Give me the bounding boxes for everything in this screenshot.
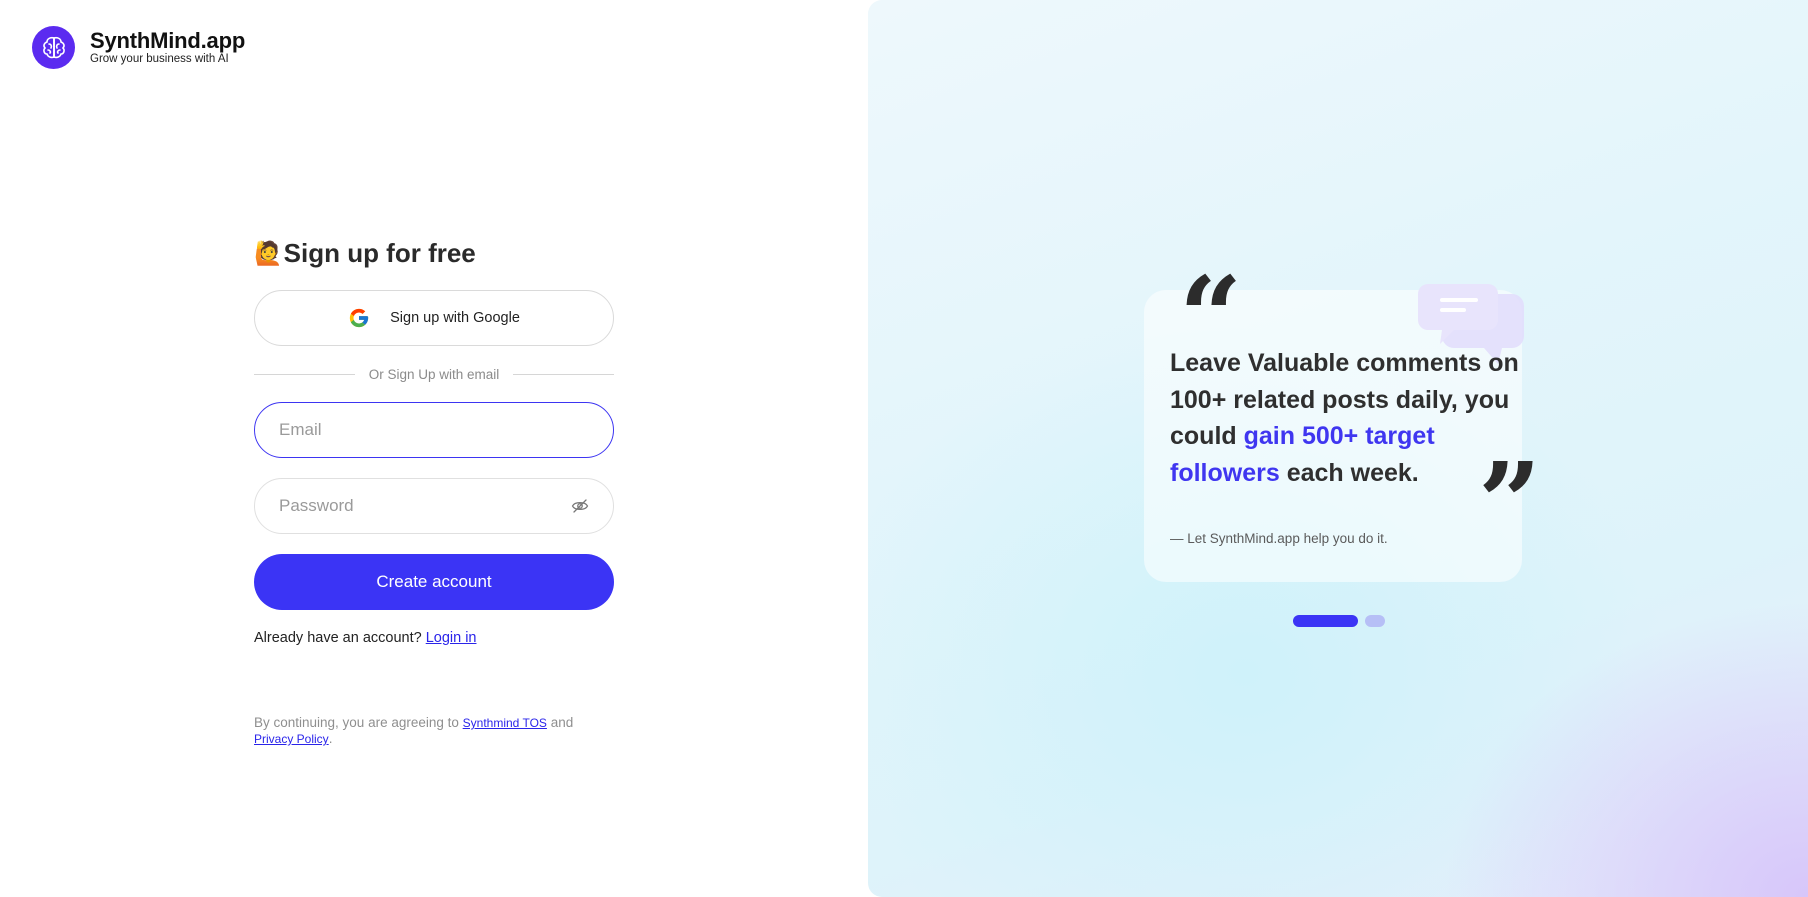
login-prompt: Already have an account? Login in — [254, 630, 614, 646]
google-icon — [348, 307, 370, 329]
eye-off-icon[interactable] — [571, 497, 589, 515]
divider-line-right — [513, 373, 615, 375]
brain-icon — [32, 26, 75, 69]
testimonial-panel: “ Leave Valuable comments on 100+ relate… — [868, 0, 1808, 897]
tos-link[interactable]: Synthmind TOS — [463, 716, 547, 730]
email-input[interactable] — [279, 420, 589, 440]
signup-form: 🙋 Sign up for free Sign up with Google O… — [254, 236, 615, 747]
terms-notice: By continuing, you are agreeing to Synth… — [254, 715, 614, 747]
password-field[interactable] — [254, 478, 614, 534]
create-account-button[interactable]: Create account — [254, 554, 614, 610]
terms-and: and — [550, 715, 574, 730]
close-quote-icon: ” — [1478, 438, 1542, 567]
login-prompt-text: Already have an account? — [254, 630, 422, 646]
signup-panel: SynthMind.app Grow your business with AI… — [0, 0, 868, 897]
terms-prefix: By continuing, you are agreeing to — [254, 715, 459, 730]
testimonial-text-part2: each week. — [1279, 458, 1419, 487]
terms-suffix: . — [328, 731, 333, 746]
divider-line-left — [254, 373, 355, 375]
carousel-dot-1[interactable] — [1293, 615, 1358, 627]
brand-name: SynthMind.app — [90, 27, 246, 53]
password-input[interactable] — [279, 496, 589, 516]
raising-hand-emoji: 🙋 — [254, 239, 283, 266]
page-title-text: Sign up for free — [283, 237, 476, 268]
brand[interactable]: SynthMind.app Grow your business with AI — [32, 26, 245, 69]
testimonial-attribution: — Let SynthMind.app help you do it. — [1170, 531, 1388, 546]
privacy-policy-link[interactable]: Privacy Policy — [254, 732, 329, 746]
brand-tagline: Grow your business with AI — [90, 52, 229, 65]
carousel-dots — [1293, 615, 1385, 627]
open-quote-icon: “ — [1179, 252, 1243, 381]
divider-text: Or Sign Up with email — [368, 366, 500, 382]
email-divider: Or Sign Up with email — [254, 366, 615, 382]
login-link[interactable]: Login in — [426, 630, 477, 646]
google-signup-label: Sign up with Google — [390, 310, 520, 326]
page-title: 🙋 Sign up for free — [254, 236, 614, 270]
email-field[interactable] — [254, 402, 614, 458]
carousel-dot-2[interactable] — [1365, 615, 1385, 627]
testimonial-text: Leave Valuable comments on 100+ related … — [1170, 345, 1520, 491]
google-signup-button[interactable]: Sign up with Google — [254, 290, 614, 346]
